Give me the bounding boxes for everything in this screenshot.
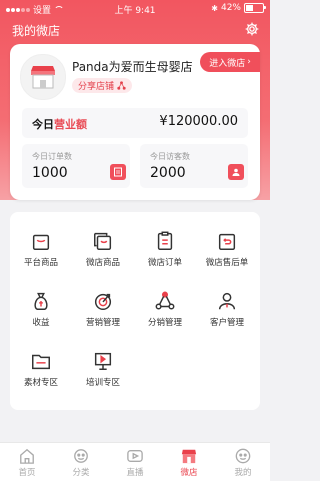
share-shop-button[interactable]: 分享店铺 (72, 78, 133, 93)
revenue-label-highlight: 营业额 (54, 118, 87, 131)
tab-label: 微店 (180, 468, 198, 478)
menu-marketing[interactable]: 营销管理 (72, 290, 134, 342)
shop-icon (181, 449, 197, 464)
stacked-bag-icon (94, 232, 112, 250)
tab-label: 我的 (234, 468, 252, 478)
storefront-icon (31, 66, 55, 89)
visitors-label: 今日访客数 (150, 152, 190, 161)
menu-label: 微店售后单 (205, 258, 249, 268)
chevron-right-icon: › (247, 57, 251, 67)
bottom-tab-bar: 首页 分类 直播 微店 我的 (0, 442, 270, 481)
visitors-stat[interactable]: 今日访客数 2000 (140, 144, 248, 188)
orders-icon (110, 164, 126, 180)
menu-platform-goods[interactable]: 平台商品 (10, 230, 72, 282)
menu-materials[interactable]: 素材专区 (10, 350, 72, 402)
home-icon (20, 448, 34, 464)
tab-home[interactable]: 首页 (0, 443, 54, 481)
share-icon (117, 81, 126, 90)
money-bag-icon (34, 292, 48, 310)
tab-category[interactable]: 分类 (54, 443, 108, 481)
tab-label: 首页 (18, 468, 36, 478)
revenue-row: 今日营业额 ¥120000.00 (22, 108, 248, 138)
visitors-value: 2000 (150, 165, 186, 181)
revenue-value: ¥120000.00 (159, 114, 238, 129)
menu-distribution[interactable]: 分销管理 (134, 290, 196, 342)
top-navbar: 我的微店 (0, 18, 270, 40)
orders-value: 1000 (32, 165, 68, 181)
network-icon (155, 291, 175, 310)
easel-icon (94, 352, 112, 370)
menu-label: 客户管理 (209, 318, 244, 328)
page-title: 我的微店 (12, 24, 61, 38)
menu-label: 微店订单 (147, 258, 182, 268)
tab-label: 直播 (126, 468, 144, 478)
menu-label: 培训专区 (85, 378, 120, 388)
battery-percent: 42% (220, 3, 241, 13)
feature-grid: 平台商品 微店商品 微店订单 微店售后单 收益 营销管理 分销管理 客户管理 素… (10, 212, 260, 410)
orders-stat[interactable]: 今日订单数 1000 (22, 144, 130, 188)
menu-after-sales[interactable]: 微店售后单 (196, 230, 258, 282)
live-icon (127, 450, 143, 462)
shop-name: Panda为爱而生母婴店 (72, 60, 193, 74)
folder-icon (32, 354, 50, 370)
menu-label: 营销管理 (85, 318, 120, 328)
target-icon (94, 293, 112, 310)
enter-shop-button[interactable]: 进入微店 › (200, 52, 260, 72)
tab-shop[interactable]: 微店 (162, 443, 216, 481)
tab-label: 分类 (72, 468, 90, 478)
tab-profile[interactable]: 我的 (216, 443, 270, 481)
shop-avatar (20, 54, 66, 100)
tab-live[interactable]: 直播 (108, 443, 162, 481)
category-icon (74, 449, 88, 463)
revenue-label-prefix: 今日 (32, 118, 54, 131)
revenue-label: 今日营业额 (32, 116, 87, 132)
menu-customers[interactable]: 客户管理 (196, 290, 258, 342)
menu-earnings[interactable]: 收益 (10, 290, 72, 342)
gear-icon[interactable] (244, 21, 260, 37)
menu-shop-goods[interactable]: 微店商品 (72, 230, 134, 282)
status-bar: 设置 上午 9:41 ✱ 42% (0, 0, 270, 16)
menu-label: 收益 (32, 318, 50, 328)
shop-card: Panda为爱而生母婴店 分享店铺 进入微店 › 今日营业额 ¥120000.0… (10, 44, 260, 200)
menu-training[interactable]: 培训专区 (72, 350, 134, 402)
battery-icon (244, 3, 266, 13)
bluetooth-icon: ✱ (211, 3, 218, 13)
bag-icon (32, 234, 50, 250)
menu-label: 素材专区 (23, 378, 58, 388)
menu-shop-orders[interactable]: 微店订单 (134, 230, 196, 282)
menu-label: 微店商品 (85, 258, 120, 268)
menu-label: 平台商品 (23, 258, 58, 268)
share-label: 分享店铺 (78, 82, 115, 92)
menu-label: 分销管理 (147, 318, 182, 328)
clipboard-icon (157, 231, 173, 250)
user-icon (218, 292, 236, 310)
orders-label: 今日订单数 (32, 152, 72, 161)
visitors-icon (228, 164, 244, 180)
profile-icon (235, 448, 251, 464)
enter-shop-label: 进入微店 (209, 58, 246, 69)
return-icon (218, 233, 236, 250)
